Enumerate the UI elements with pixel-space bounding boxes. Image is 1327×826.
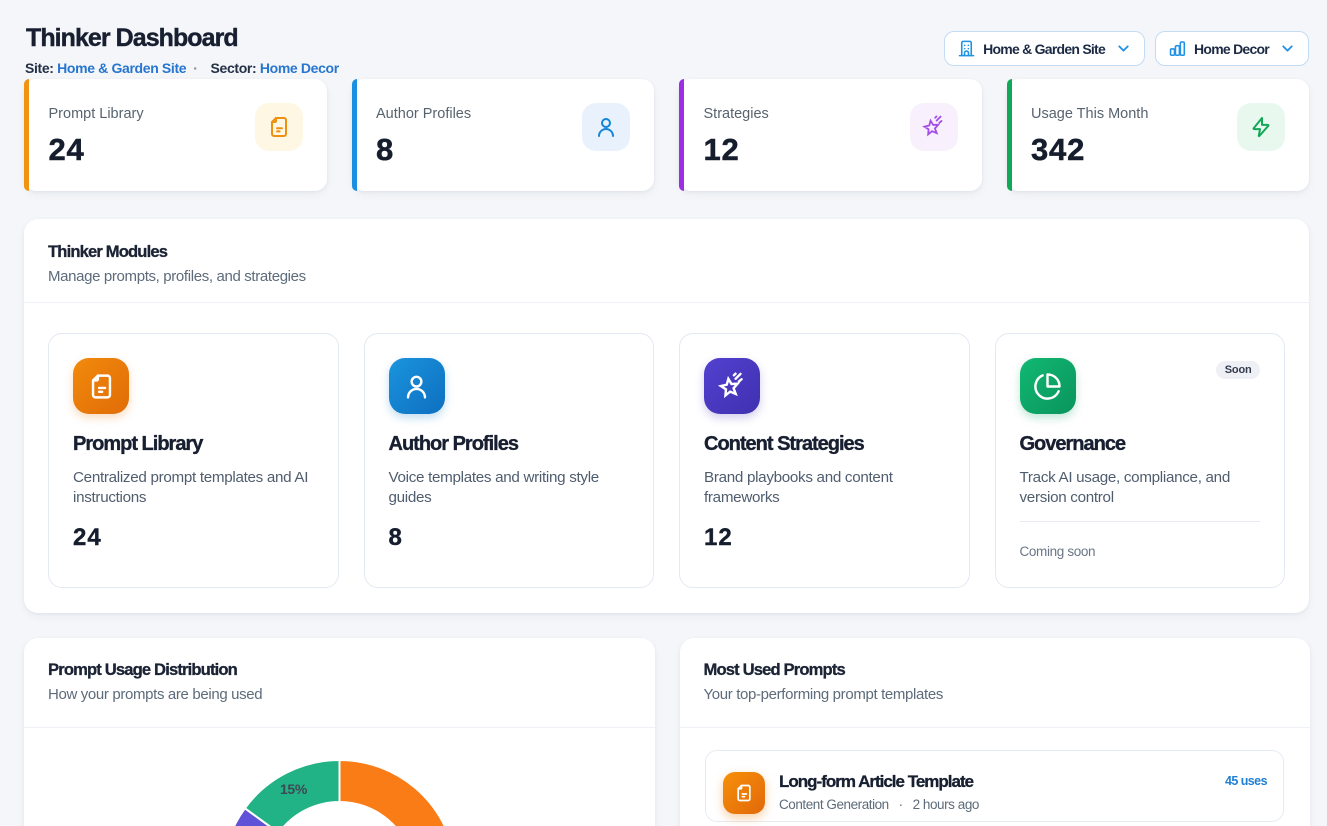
svg-text:15%: 15% — [280, 781, 308, 797]
